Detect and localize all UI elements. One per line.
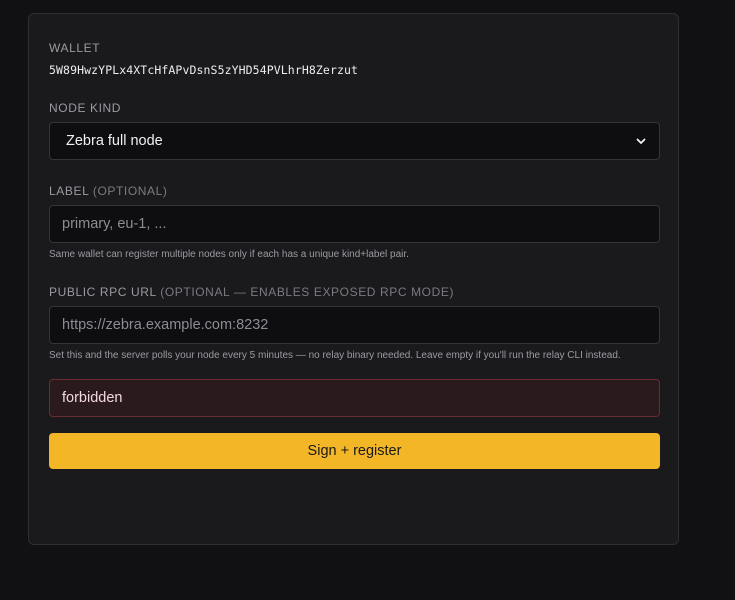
wallet-address: 5W89HwzYPLx4XTcHfAPvDsnS5zYHD54PVLhrH8Ze… (49, 63, 359, 77)
rpc-field-optional: (OPTIONAL — ENABLES EXPOSED RPC MODE) (160, 285, 455, 299)
label-field-optional: (OPTIONAL) (92, 184, 168, 198)
chevron-down-icon (635, 135, 647, 147)
wallet-label: WALLET (49, 41, 101, 55)
node-kind-label: NODE KIND (49, 101, 122, 115)
node-kind-selected-value: Zebra full node (66, 133, 163, 149)
sign-register-button[interactable]: Sign + register (49, 433, 660, 469)
label-field-label: LABEL (OPTIONAL) (49, 184, 168, 198)
label-input[interactable] (49, 205, 660, 243)
rpc-hint: Set this and the server polls your node … (49, 350, 621, 361)
rpc-url-input[interactable] (49, 306, 660, 344)
error-message: forbidden (49, 379, 660, 417)
rpc-field-label: PUBLIC RPC URL (OPTIONAL — ENABLES EXPOS… (49, 285, 454, 299)
error-text: forbidden (62, 390, 123, 406)
register-node-card: WALLET 5W89HwzYPLx4XTcHfAPvDsnS5zYHD54PV… (28, 13, 679, 545)
label-field-title: LABEL (49, 184, 89, 198)
label-hint: Same wallet can register multiple nodes … (49, 249, 409, 260)
rpc-field-title: PUBLIC RPC URL (49, 285, 157, 299)
node-kind-select[interactable]: Zebra full node (49, 122, 660, 160)
